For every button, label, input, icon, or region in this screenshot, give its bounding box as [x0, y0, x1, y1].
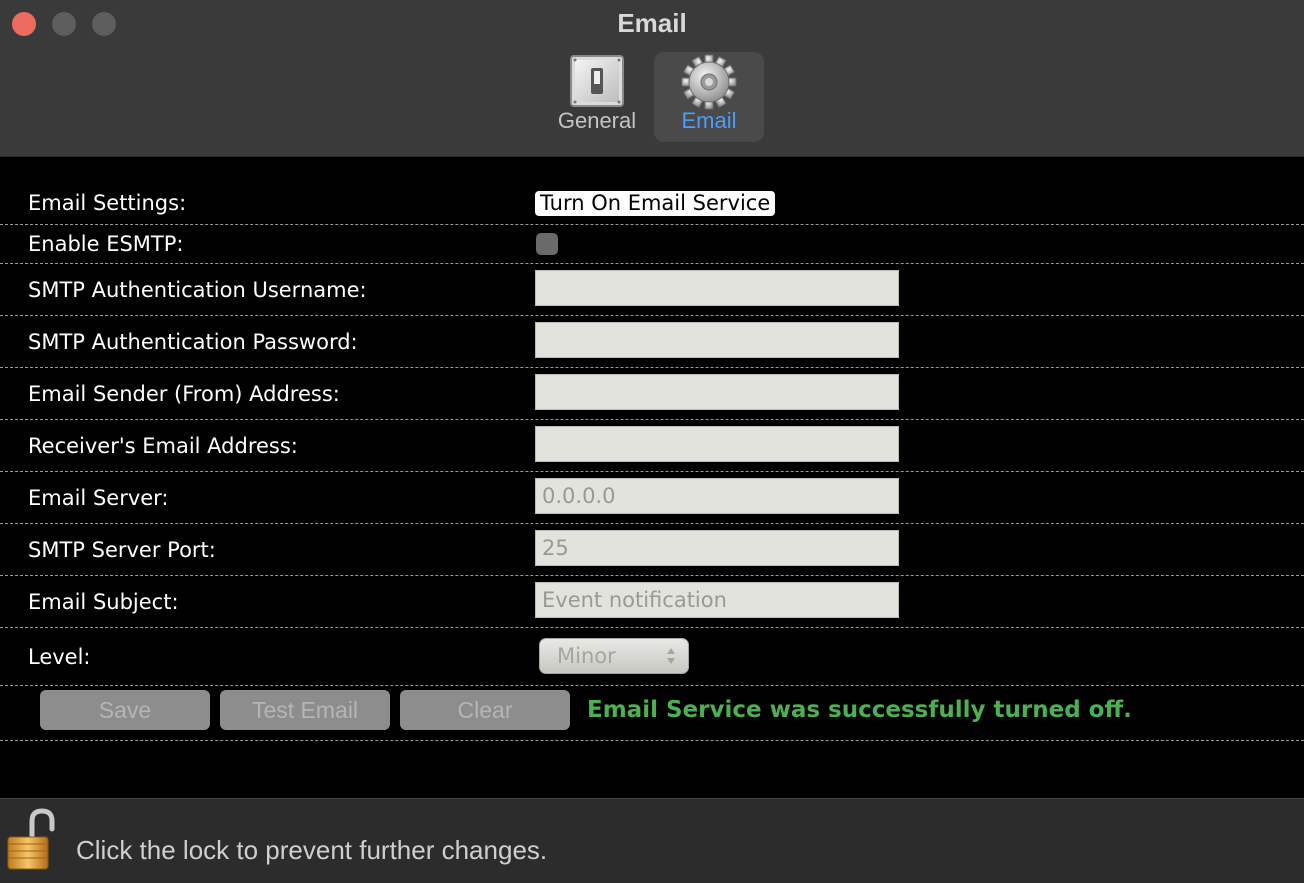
email-server-input[interactable] — [535, 478, 899, 514]
smtp-password-input[interactable] — [535, 322, 899, 358]
level-select[interactable]: Minor — [539, 638, 689, 674]
toolbar-item-general[interactable]: General — [542, 52, 652, 142]
receiver-address-label: Receiver's Email Address: — [28, 434, 298, 458]
toolbar-item-email[interactable]: Email — [654, 52, 764, 142]
enable-esmtp-label: Enable ESMTP: — [28, 232, 184, 256]
updown-arrows-icon — [667, 648, 675, 664]
sender-address-label: Email Sender (From) Address: — [28, 382, 340, 406]
turn-on-email-service-button[interactable]: Turn On Email Service — [535, 191, 776, 216]
receiver-address-input[interactable] — [535, 426, 899, 462]
footer-bar: Click the lock to prevent further change… — [0, 798, 1304, 883]
unlocked-lock-icon[interactable] — [6, 807, 56, 873]
smtp-port-label: SMTP Server Port: — [28, 538, 216, 562]
lock-hint-text: Click the lock to prevent further change… — [76, 835, 548, 865]
test-email-button[interactable]: Test Email — [220, 690, 390, 730]
gear-icon — [681, 54, 737, 110]
smtp-password-label: SMTP Authentication Password: — [28, 330, 358, 354]
switch-icon — [570, 55, 624, 107]
sender-address-input[interactable] — [535, 374, 899, 410]
window-title: Email — [617, 8, 687, 38]
toolbar-label-email: Email — [681, 108, 737, 133]
toolbar-label-general: General — [557, 108, 637, 133]
email-server-label: Email Server: — [28, 486, 169, 510]
email-settings-label: Email Settings: — [28, 191, 187, 215]
smtp-username-input[interactable] — [535, 270, 899, 306]
email-subject-input[interactable] — [535, 582, 899, 618]
title-bar: Email General Email — [0, 0, 1304, 157]
email-subject-label: Email Subject: — [28, 590, 179, 614]
level-selected-value: Minor — [557, 644, 616, 668]
status-message: Email Service was successfully turned of… — [587, 697, 1132, 723]
level-label: Level: — [28, 645, 91, 669]
row-enable-esmtp: Enable ESMTP: — [0, 225, 1304, 264]
enable-esmtp-checkbox[interactable] — [536, 233, 558, 255]
smtp-port-input[interactable] — [535, 530, 899, 566]
save-button[interactable]: Save — [40, 690, 210, 730]
clear-button[interactable]: Clear — [400, 690, 570, 730]
smtp-username-label: SMTP Authentication Username: — [28, 278, 367, 302]
